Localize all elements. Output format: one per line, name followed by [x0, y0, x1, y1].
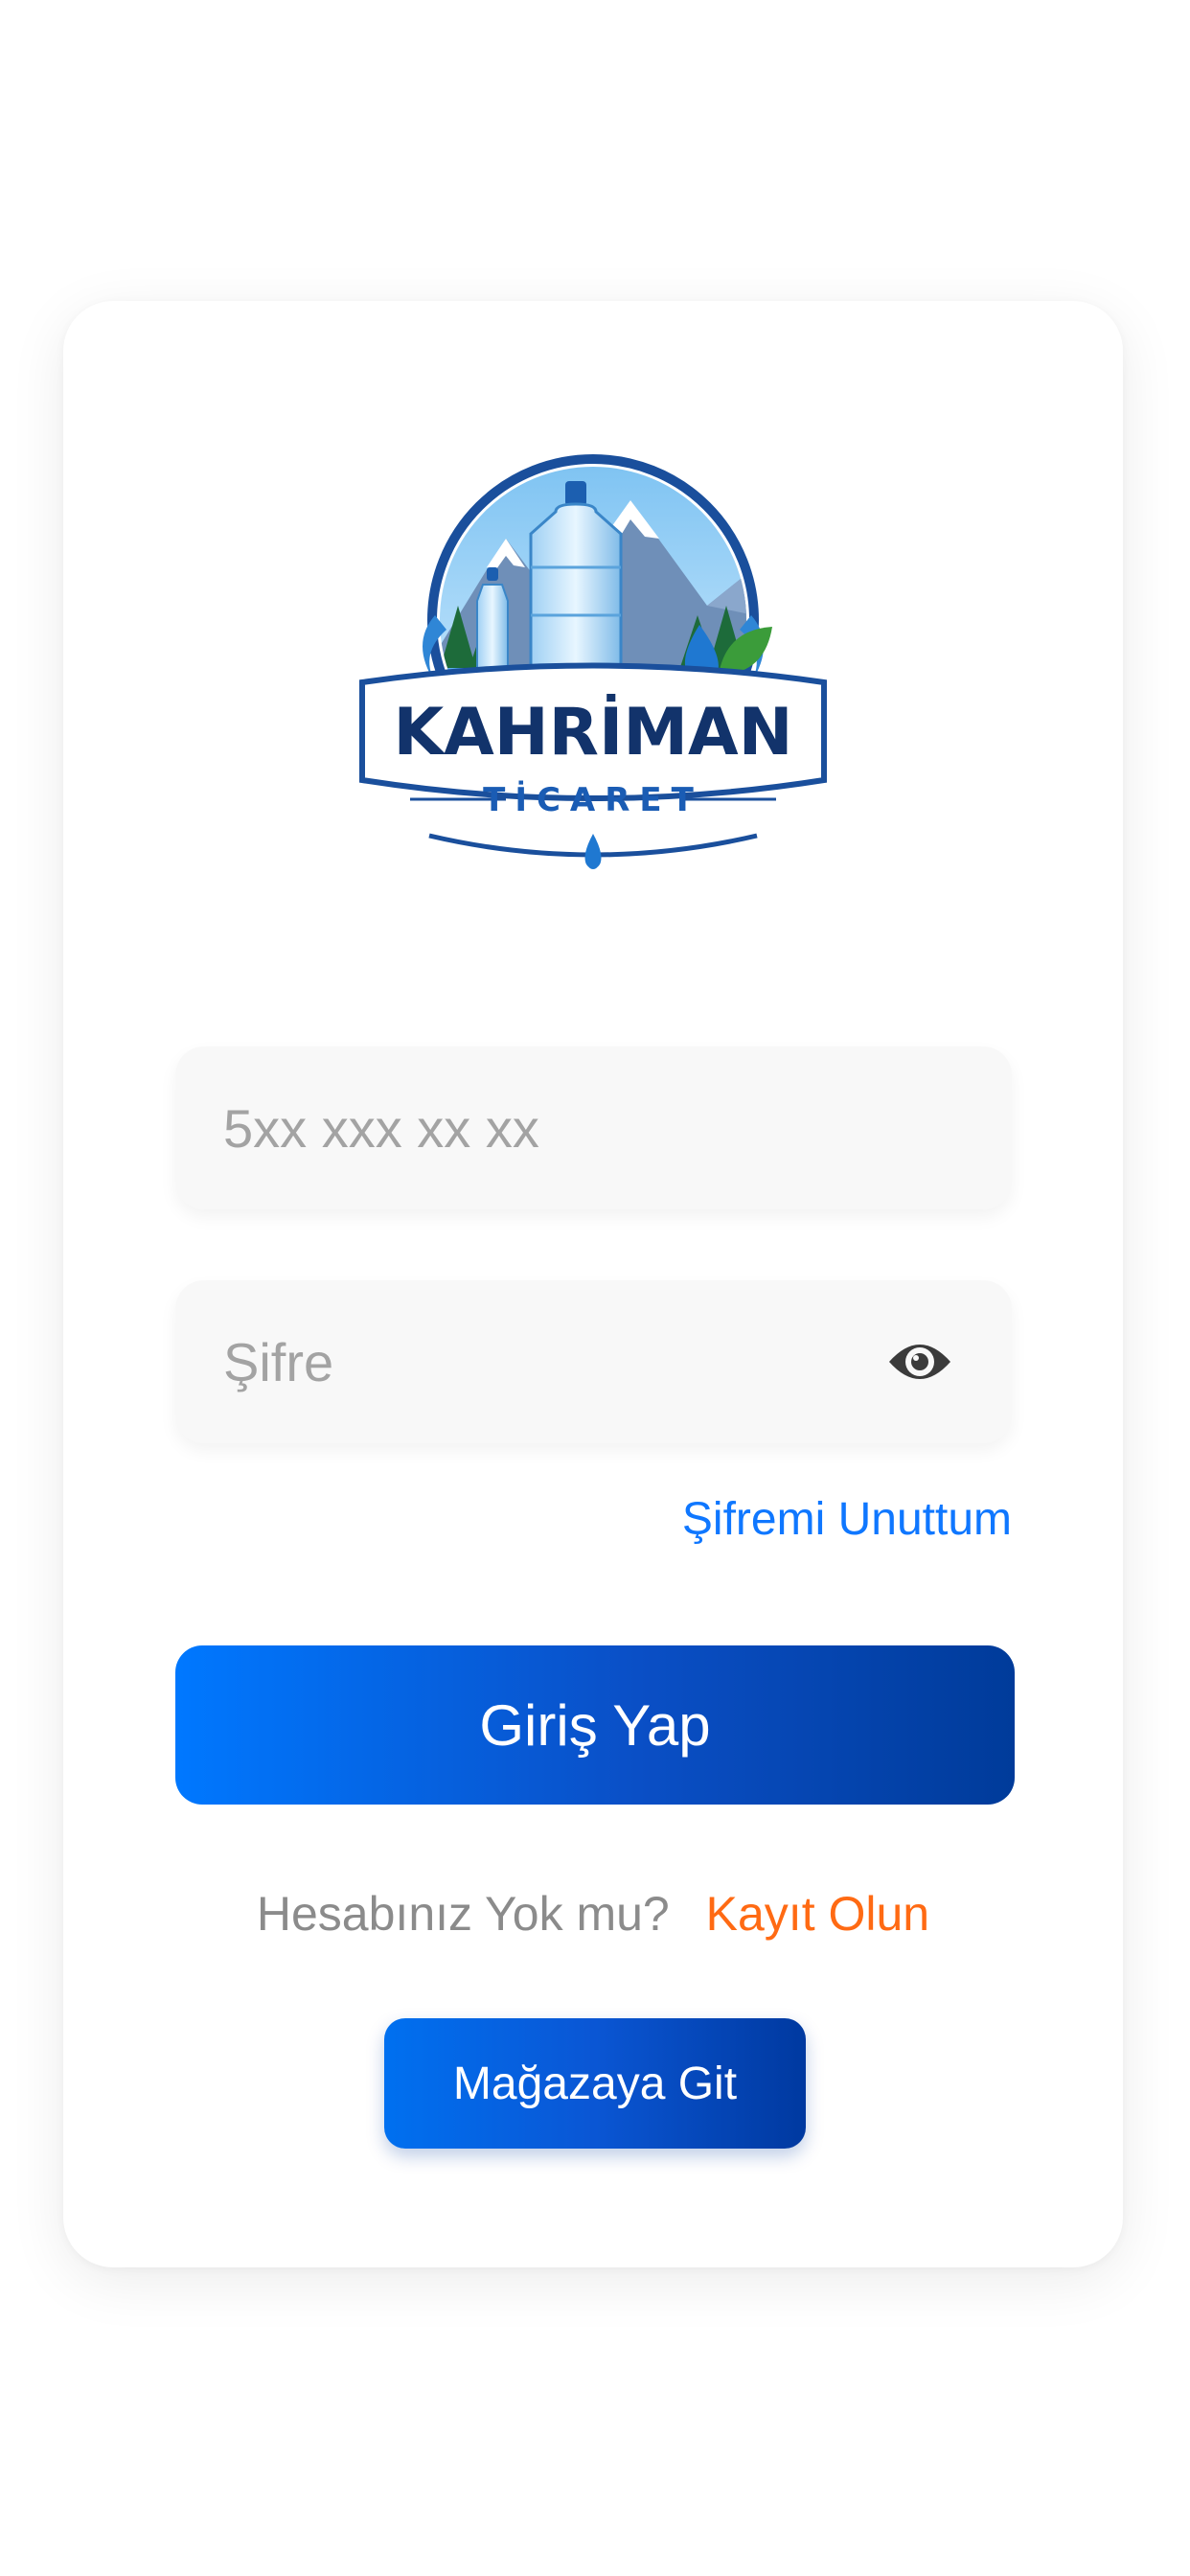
- signup-row: Hesabınız Yok mu? Kayıt Olun: [63, 1886, 1123, 1942]
- eye-icon[interactable]: [887, 1331, 952, 1392]
- login-card: KAHRİMAN TİCARET Şifremi Unuttum Giriş Y…: [63, 301, 1123, 2267]
- phone-field: [175, 1046, 1012, 1209]
- brand-logo: KAHRİMAN TİCARET: [343, 424, 843, 924]
- phone-input[interactable]: [223, 1046, 875, 1209]
- svg-text:TİCARET: TİCARET: [483, 780, 703, 819]
- go-to-store-button[interactable]: Mağazaya Git: [384, 2018, 806, 2149]
- water-bottle-mountain-logo-icon: KAHRİMAN TİCARET: [359, 454, 827, 869]
- password-field: [175, 1280, 1012, 1443]
- login-button[interactable]: Giriş Yap: [175, 1645, 1015, 1805]
- svg-text:KAHRİMAN: KAHRİMAN: [393, 694, 792, 770]
- password-input[interactable]: [223, 1280, 875, 1443]
- signup-link[interactable]: Kayıt Olun: [706, 1887, 929, 1941]
- signup-question: Hesabınız Yok mu?: [256, 1887, 670, 1941]
- forgot-password-link[interactable]: Şifremi Unuttum: [682, 1493, 1012, 1546]
